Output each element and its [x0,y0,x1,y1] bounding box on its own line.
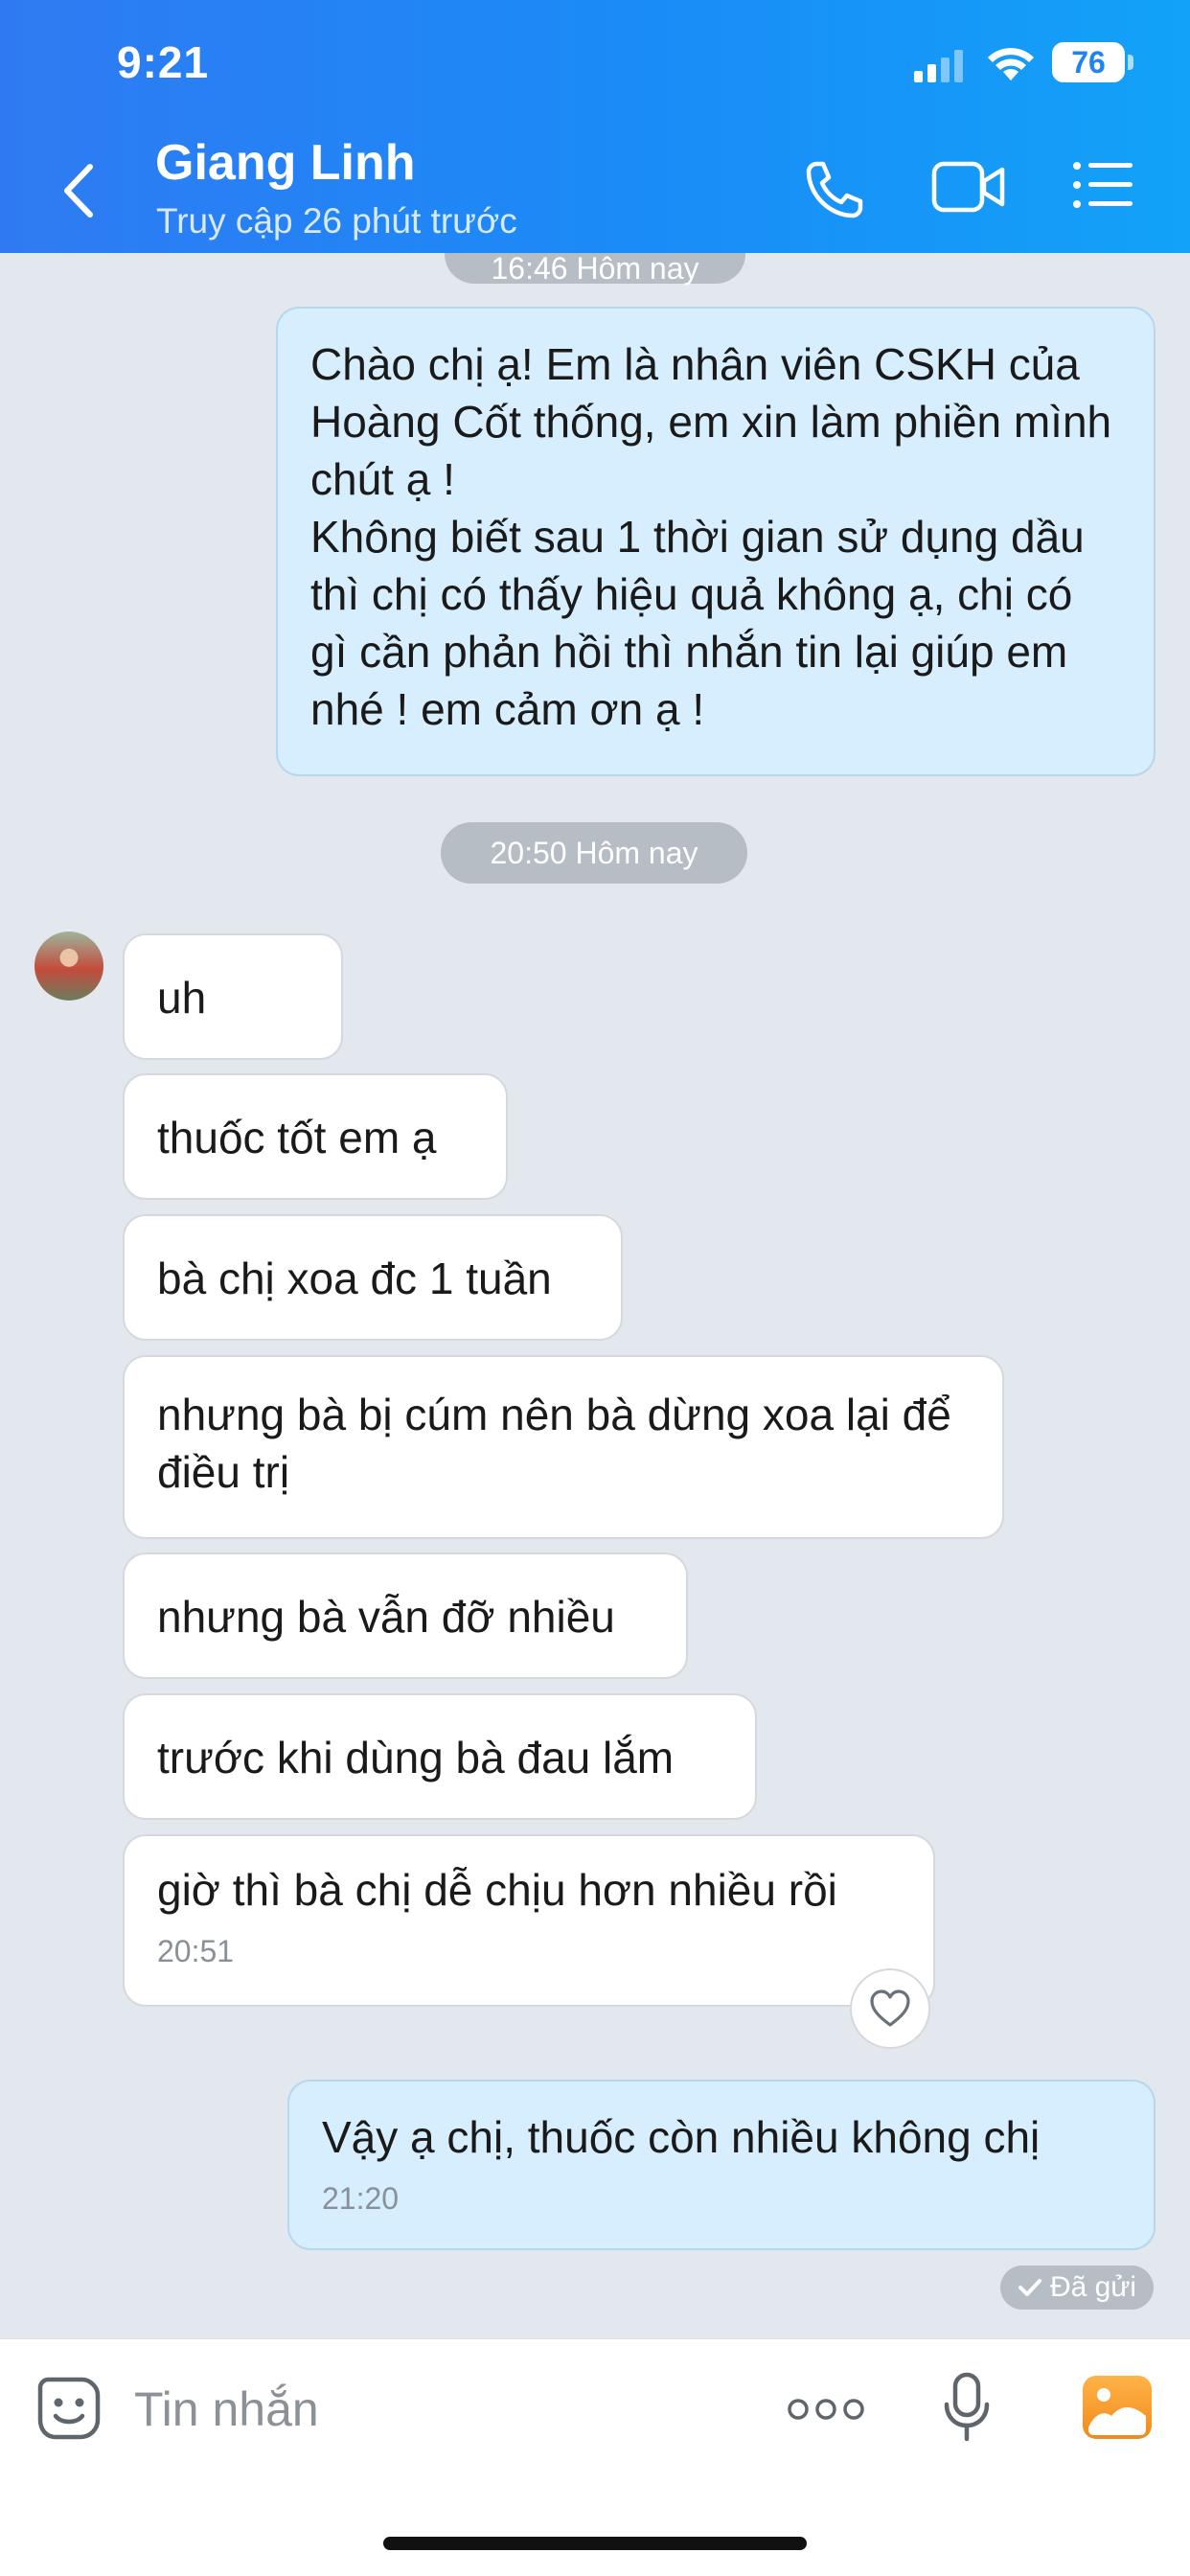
incoming-message-text: giờ thì bà chị dễ chịu hơn nhiều rồi [157,1865,837,1915]
incoming-message[interactable]: nhưng bà bị cúm nên bà dừng xoa lại để đ… [123,1355,1004,1539]
home-indicator [383,2537,807,2550]
outgoing-message-text: Vậy ạ chị, thuốc còn nhiều không chị [322,2112,1041,2162]
heart-react-button[interactable] [850,1968,930,2049]
incoming-message[interactable]: giờ thì bà chị dễ chịu hơn nhiều rồi 20:… [123,1834,935,2007]
outgoing-message[interactable]: Chào chị ạ! Em là nhân viên CSKH của Hoà… [276,307,1156,776]
incoming-message[interactable]: uh [123,933,343,1060]
heart-icon [870,1990,910,2027]
status-time: 9:21 [117,37,210,87]
battery-level: 76 [1052,42,1125,82]
menu-list-icon[interactable] [1071,158,1134,212]
message-list[interactable]: 16:46 Hôm nay Chào chị ạ! Em là nhân viê… [0,253,1190,2338]
photo-gallery-icon[interactable] [1081,2374,1154,2441]
signal-icon [914,50,963,82]
incoming-message[interactable]: nhưng bà vẫn đỡ nhiều [123,1552,688,1679]
back-chevron-icon[interactable] [56,161,103,220]
phone-call-icon[interactable] [803,158,866,221]
time-divider-partial: 16:46 Hôm nay [445,253,745,286]
message-timestamp: 21:20 [322,2181,400,2216]
incoming-message[interactable]: thuốc tốt em ạ [123,1073,508,1200]
more-options-icon[interactable] [788,2395,864,2424]
battery-tip [1128,55,1133,70]
message-timestamp: 20:51 [157,1934,235,1968]
video-call-icon[interactable] [931,158,1006,216]
chat-header: 9:21 76 Giang Linh Truy cập 26 phút trướ… [0,0,1190,253]
time-divider: 20:50 Hôm nay [441,822,747,884]
contact-name[interactable]: Giang Linh [155,134,416,192]
wifi-icon [988,48,1034,80]
incoming-message[interactable]: trước khi dùng bà đau lắm [123,1693,757,1820]
sent-status-label: Đã gửi [1049,2271,1137,2303]
microphone-icon[interactable] [943,2372,991,2443]
incoming-message[interactable]: bà chị xoa đc 1 tuần [123,1214,623,1341]
message-input-bar [0,2338,1190,2576]
outgoing-message[interactable]: Vậy ạ chị, thuốc còn nhiều không chị 21:… [287,2080,1156,2250]
message-input[interactable] [134,2376,671,2443]
sticker-emoji-icon[interactable] [34,2374,103,2443]
sent-status-badge: Đã gửi [1000,2266,1154,2310]
checkmark-icon [1018,2279,1041,2296]
contact-last-seen: Truy cập 26 phút trước [156,201,517,241]
contact-avatar[interactable] [34,932,103,1000]
